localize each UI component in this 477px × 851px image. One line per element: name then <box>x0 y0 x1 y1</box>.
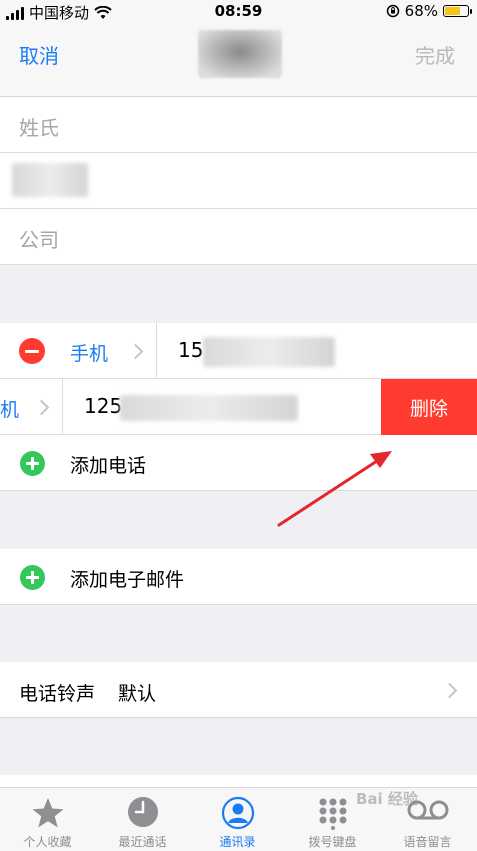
tab-label: 拨号键盘 <box>308 835 357 849</box>
annotation-arrow <box>277 451 392 527</box>
tab-recents[interactable]: 最近通话 <box>95 788 190 851</box>
clock-icon <box>127 797 158 827</box>
keypad-icon <box>319 798 346 830</box>
tab-favorites[interactable]: 个人收藏 <box>0 788 95 851</box>
tab-label: 通讯录 <box>219 835 256 849</box>
tab-contacts[interactable]: 通讯录 <box>190 788 285 851</box>
person-circle-icon <box>221 796 254 830</box>
star-icon <box>32 798 63 828</box>
tab-label: 语音留言 <box>403 835 452 849</box>
tab-label: 最近通话 <box>118 835 167 849</box>
tab-label: 个人收藏 <box>23 835 72 849</box>
watermark: Bai 经验 <box>356 790 418 808</box>
